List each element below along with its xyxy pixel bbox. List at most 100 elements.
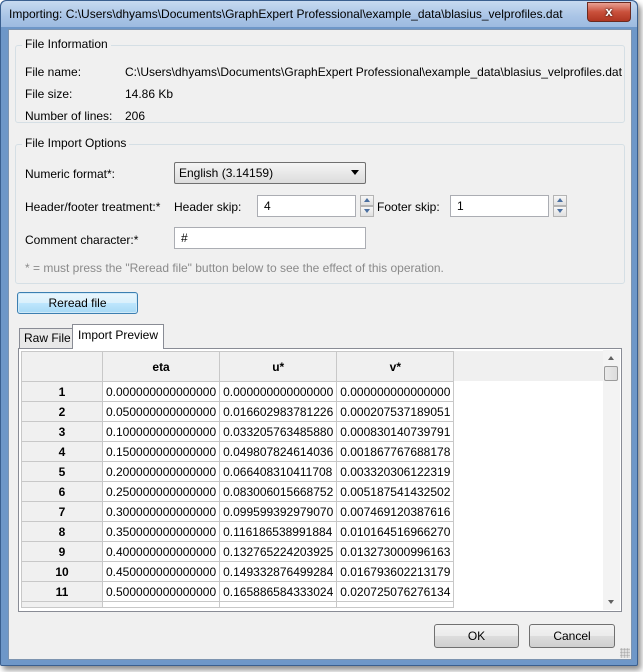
header-skip-label: Header skip: (174, 200, 242, 214)
table-cell[interactable]: 0.150000000000000 (101, 441, 221, 462)
column-header-u[interactable]: u* (219, 351, 338, 382)
table-cell[interactable]: 0.450000000000000 (101, 561, 221, 582)
group-title: File Information (22, 37, 111, 51)
table-cell[interactable]: 0.000000000000000 (219, 381, 338, 402)
import-preview-panel: eta u* v* 1 0.000000000000000 0.0000000000… (18, 348, 622, 612)
table-cell[interactable]: 0.000000000000000 (101, 381, 221, 402)
numeric-format-select[interactable]: English (3.14159) (174, 162, 366, 184)
table-cell[interactable]: 0.005187541432502 (336, 481, 455, 502)
table-row: 7 0.300000000000000 0.099599392979070 0.007… (21, 501, 455, 522)
table-row: 10 0.450000000000000 0.149332876499284 0.01… (21, 561, 455, 582)
table-row-partial (21, 601, 455, 608)
resize-grip-icon[interactable] (620, 648, 630, 658)
row-header[interactable]: 7 (21, 501, 103, 522)
row-header[interactable]: 4 (21, 441, 103, 462)
table-cell[interactable]: 0.000207537189051 (336, 401, 455, 422)
table-cell[interactable]: 0.016602983781226 (219, 401, 338, 422)
scroll-down-icon[interactable] (608, 600, 614, 604)
table-row: 11 0.500000000000000 0.165886584333024 0.02… (21, 581, 455, 602)
table-cell[interactable]: 0.250000000000000 (101, 481, 221, 502)
table-cell (336, 601, 455, 608)
row-header[interactable]: 5 (21, 461, 103, 482)
reread-note: * = must press the "Reread file" button … (25, 261, 444, 275)
row-header[interactable]: 9 (21, 541, 103, 562)
table-cell[interactable]: 0.066408310411708 (219, 461, 338, 482)
row-header[interactable]: 6 (21, 481, 103, 502)
spin-up-icon[interactable] (553, 195, 567, 206)
column-header-v[interactable]: v* (336, 351, 455, 382)
table-cell[interactable]: 0.165886584333024 (219, 581, 338, 602)
table-header-row: eta u* v* (21, 351, 455, 382)
close-icon: x (605, 4, 613, 19)
scroll-up-icon[interactable] (608, 356, 614, 360)
table-cell[interactable]: 0.300000000000000 (101, 501, 221, 522)
header-skip-input[interactable]: 4 (257, 195, 356, 217)
table-cell[interactable]: 0.000000000000000 (336, 381, 455, 402)
file-import-options-group: File Import Options Numeric format*: Eng… (15, 136, 625, 284)
numeric-format-value: English (3.14159) (179, 166, 274, 180)
table-cell[interactable]: 0.020725076276134 (336, 581, 455, 602)
table-row: 3 0.100000000000000 0.033205763485880 0.000… (21, 421, 455, 442)
row-header[interactable]: 10 (21, 561, 103, 582)
header-footer-label: Header/footer treatment:* (25, 200, 161, 214)
table-cell[interactable]: 0.116186538991884 (219, 521, 338, 542)
table-cell (219, 601, 338, 608)
table-cell[interactable]: 0.013273000996163 (336, 541, 455, 562)
line-count-label: Number of lines: (25, 109, 113, 123)
reread-file-button[interactable]: Reread file (17, 292, 138, 314)
table-row: 6 0.250000000000000 0.083006015668752 0.005… (21, 481, 455, 502)
row-header[interactable]: 3 (21, 421, 103, 442)
table-row: 2 0.050000000000000 0.016602983781226 0.000… (21, 401, 455, 422)
row-header[interactable]: 11 (21, 581, 103, 602)
table-cell (21, 601, 103, 608)
spin-down-icon[interactable] (553, 206, 567, 217)
preview-table: eta u* v* 1 0.000000000000000 0.0000000000… (21, 351, 455, 608)
table-cell[interactable]: 0.001867767688178 (336, 441, 455, 462)
table-cell[interactable]: 0.033205763485880 (219, 421, 338, 442)
footer-skip-stepper[interactable] (553, 195, 567, 217)
tab-import-preview[interactable]: Import Preview (72, 324, 165, 349)
header-skip-stepper[interactable] (360, 195, 374, 217)
table-cell[interactable]: 0.132765224203925 (219, 541, 338, 562)
table-row: 4 0.150000000000000 0.049807824614036 0.001… (21, 441, 455, 462)
table-cell[interactable]: 0.149332876499284 (219, 561, 338, 582)
close-button[interactable]: x (587, 2, 631, 22)
table-cell[interactable]: 0.000830140739791 (336, 421, 455, 442)
row-header[interactable]: 8 (21, 521, 103, 542)
table-cell[interactable]: 0.007469120387616 (336, 501, 455, 522)
table-cell[interactable]: 0.050000000000000 (101, 401, 221, 422)
table-body: 1 0.000000000000000 0.000000000000000 0.000… (21, 381, 455, 608)
comment-character-label: Comment character:* (25, 233, 139, 247)
ok-button[interactable]: OK (434, 624, 519, 648)
cancel-button[interactable]: Cancel (529, 624, 615, 648)
vertical-scrollbar[interactable] (603, 350, 620, 610)
table-row: 8 0.350000000000000 0.116186538991884 0.010… (21, 521, 455, 542)
table-cell[interactable]: 0.010164516966270 (336, 521, 455, 542)
table-cell[interactable]: 0.099599392979070 (219, 501, 338, 522)
table-cell[interactable]: 0.200000000000000 (101, 461, 221, 482)
file-size-label: File size: (25, 87, 73, 101)
row-header[interactable]: 2 (21, 401, 103, 422)
table-cell[interactable]: 0.083006015668752 (219, 481, 338, 502)
table-row: 1 0.000000000000000 0.000000000000000 0.000… (21, 381, 455, 402)
table-cell[interactable]: 0.350000000000000 (101, 521, 221, 542)
window-title: Importing: C:\Users\dhyams\Documents\Gra… (9, 7, 563, 21)
column-header-eta[interactable]: eta (101, 351, 221, 382)
row-header[interactable]: 1 (21, 381, 103, 402)
spin-up-icon[interactable] (360, 195, 374, 206)
table-cell[interactable]: 0.016793602213179 (336, 561, 455, 582)
table-cell[interactable]: 0.003320306122319 (336, 461, 455, 482)
numeric-format-label: Numeric format*: (25, 167, 116, 181)
table-cell[interactable]: 0.049807824614036 (219, 441, 338, 462)
tab-raw-file[interactable]: Raw File (19, 328, 76, 348)
spin-down-icon[interactable] (360, 206, 374, 217)
comment-character-input[interactable]: # (174, 227, 366, 249)
title-bar[interactable]: Importing: C:\Users\dhyams\Documents\Gra… (1, 1, 637, 27)
corner-header[interactable] (21, 351, 103, 382)
scroll-thumb[interactable] (604, 366, 618, 381)
footer-skip-input[interactable]: 1 (450, 195, 549, 217)
table-cell[interactable]: 0.100000000000000 (101, 421, 221, 442)
table-row: 5 0.200000000000000 0.066408310411708 0.003… (21, 461, 455, 482)
table-cell[interactable]: 0.500000000000000 (101, 581, 221, 602)
table-cell[interactable]: 0.400000000000000 (101, 541, 221, 562)
